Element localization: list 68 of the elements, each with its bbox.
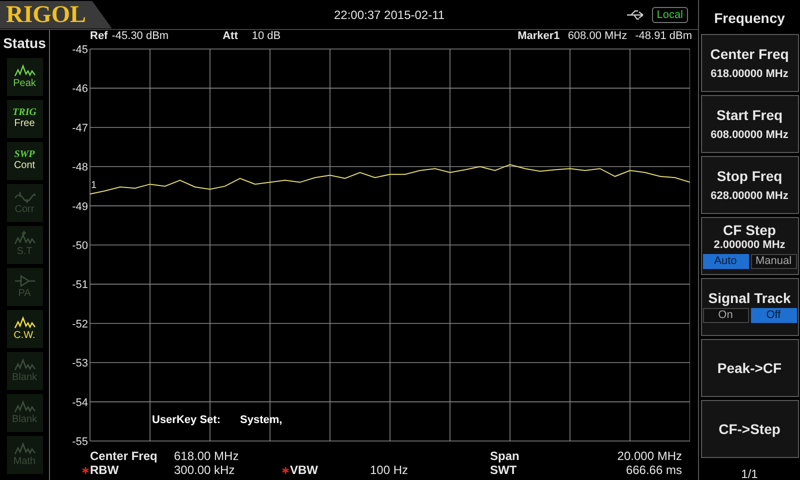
amplifier-icon: [14, 274, 36, 288]
waveform-icon: [14, 400, 36, 414]
att-value: 10 dB: [252, 31, 281, 42]
y-tick-label: -47: [72, 122, 88, 134]
readout-value: 20.000 MHz: [617, 449, 682, 463]
softkey-button[interactable]: CF->Step: [700, 400, 798, 458]
ref-value: -45.30 dBm: [112, 31, 169, 42]
y-tick-label: -53: [72, 358, 88, 370]
y-tick-label: -46: [72, 83, 88, 96]
waveform-icon: [14, 64, 36, 78]
status-tile[interactable]: Peak: [6, 58, 42, 96]
readout-value: 100 Hz: [370, 463, 408, 477]
readout-value: 300.00 kHz: [174, 463, 235, 477]
date-time: 22:00:37 2015-02-11: [334, 6, 445, 24]
status-title: Status: [3, 34, 46, 53]
userkey-value: System,: [240, 414, 282, 426]
y-tick-label: -52: [72, 318, 88, 330]
y-tick-label: -51: [72, 279, 88, 292]
status-label: C.W.: [14, 330, 36, 342]
softkey-button[interactable]: Peak->CF: [700, 339, 798, 397]
option-toggle[interactable]: Manual: [750, 254, 796, 269]
status-tile[interactable]: C.W.: [6, 310, 42, 348]
readout-label: Center Freq: [90, 449, 158, 463]
status-label: Peak: [13, 78, 36, 90]
marker-name: Marker1: [518, 31, 560, 42]
waveform-icon: [14, 316, 36, 330]
readout-label: SWT: [490, 463, 518, 477]
softkey-button[interactable]: Center Freq 618.00000 MHz: [700, 34, 798, 92]
readout-label: VBW: [290, 463, 319, 477]
status-label: Cont: [14, 160, 36, 172]
y-tick-label: -45: [72, 44, 88, 56]
y-tick-label: -48: [72, 162, 88, 174]
status-tile[interactable]: TRIG Free: [6, 100, 42, 138]
local-badge: Local: [652, 6, 688, 22]
waveform-icon: [14, 190, 36, 204]
option-toggle[interactable]: On: [702, 308, 748, 323]
status-tag: SWP: [14, 150, 35, 160]
brand-logo: RIGOL: [6, 2, 86, 26]
softkey-value: 2.000000 MHz: [714, 240, 786, 251]
att-label: Att: [222, 31, 238, 42]
softkey-button[interactable]: Start Freq 608.00000 MHz: [700, 95, 798, 153]
softkey-button[interactable]: Stop Freq 628.00000 MHz: [700, 156, 798, 214]
marker-label: 1: [91, 180, 97, 192]
status-tile[interactable]: SWP Cont: [6, 142, 42, 180]
readout-label: Span: [490, 449, 520, 463]
status-label: Free: [14, 118, 35, 130]
option-toggle[interactable]: Off: [750, 308, 796, 323]
usb-icon: [626, 10, 646, 20]
readout-value: 666.66 ms: [626, 463, 682, 477]
marker-level: -48.91 dBm: [635, 31, 692, 42]
softkey-label: CF Step: [723, 223, 776, 237]
waveform-icon: [14, 232, 36, 246]
readout-value: 618.00 MHz: [174, 449, 239, 463]
readout-label: RBW: [90, 463, 120, 477]
ref-label: Ref: [90, 31, 108, 42]
menu-title: Frequency: [714, 9, 785, 28]
page-indicator: 1/1: [741, 466, 758, 480]
y-tick-label: -50: [72, 240, 88, 252]
y-tick-label: -49: [72, 200, 88, 213]
y-tick-label: -55: [72, 436, 88, 448]
marker-frequency: 608.00 MHz: [568, 31, 628, 42]
y-tick-label: -54: [72, 396, 88, 409]
softkey-label: Signal Track: [708, 291, 791, 305]
status-tag: TRIG: [12, 108, 36, 118]
waveform-icon: [14, 358, 36, 372]
userkey-label: UserKey Set:: [152, 414, 220, 426]
option-toggle[interactable]: Auto: [702, 254, 748, 269]
waveform-icon: [14, 442, 36, 456]
